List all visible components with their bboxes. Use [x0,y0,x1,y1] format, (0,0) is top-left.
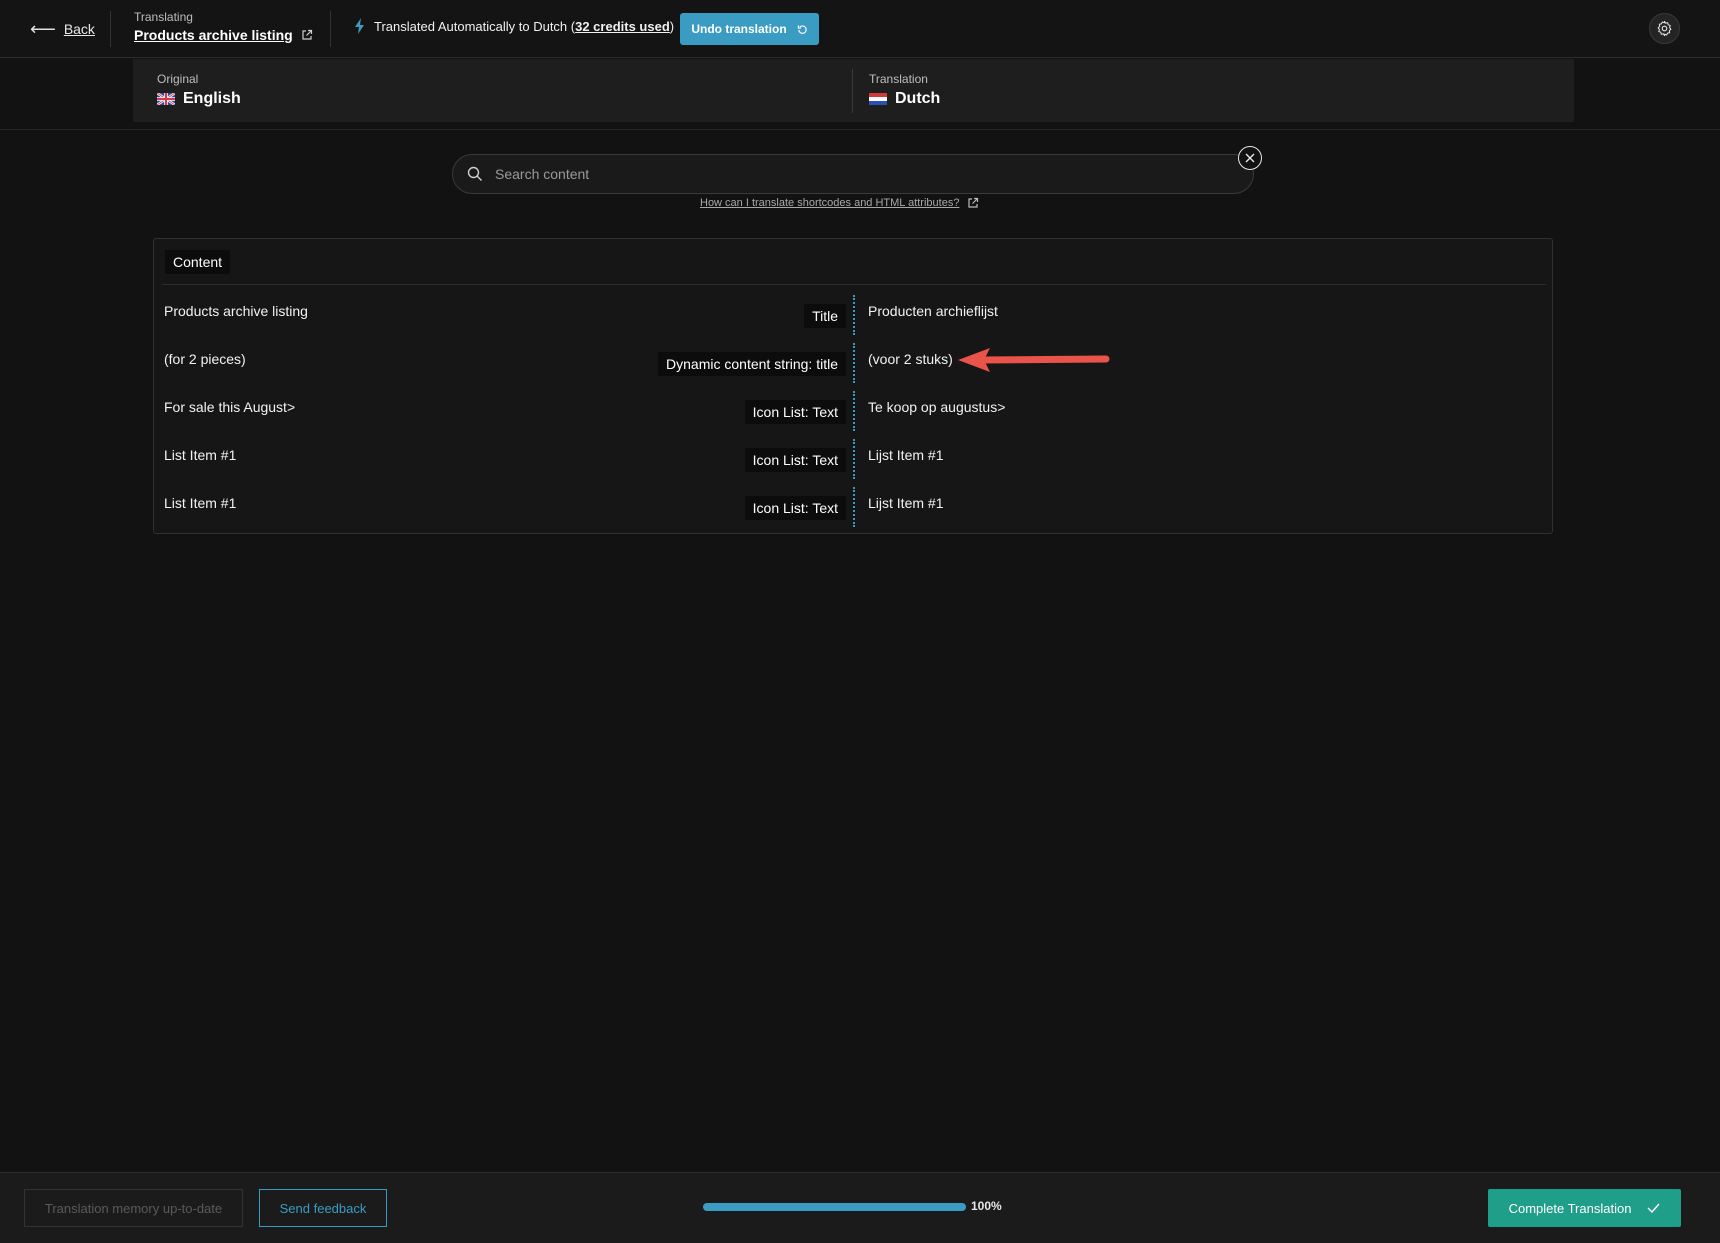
field-type-badge: Icon List: Text [744,496,846,520]
document-title: Products archive listing [134,27,293,43]
undo-translation-button[interactable]: Undo translation [680,13,819,45]
table-row: (for 2 pieces) Dynamic content string: t… [154,336,1554,384]
original-text: Products archive listing [164,303,308,319]
help-link[interactable]: How can I translate shortcodes and HTML … [700,197,979,209]
field-type-badge: Title [804,304,846,328]
row-divider [853,391,855,431]
auto-translation-status: Translated Automatically to Dutch (32 cr… [354,18,674,34]
table-row: For sale this August> Icon List: Text Te… [154,384,1554,432]
translation-language-name: Dutch [895,90,941,107]
translation-label: Translation [869,72,928,86]
back-label: Back [63,21,95,37]
content-panel: Content Products archive listing Title P… [153,238,1553,534]
external-link-icon [968,197,979,208]
close-circle-icon [1245,153,1255,163]
original-text: List Item #1 [164,495,237,511]
complete-translation-button[interactable]: Complete Translation [1488,1189,1681,1227]
row-divider [853,439,855,479]
annotation-arrow-icon [958,348,1110,372]
back-button[interactable]: ⟵ Back [30,18,95,40]
original-language-name: English [183,90,241,107]
original-text: For sale this August> [164,399,296,415]
uk-flag-icon [157,93,175,105]
undo-label: Undo translation [691,22,787,36]
translated-text[interactable]: Producten archieflijst [868,303,998,319]
row-divider [853,343,855,383]
table-row: List Item #1 Icon List: Text Lijst Item … [154,432,1554,480]
help-link-text: How can I translate shortcodes and HTML … [700,197,960,209]
translation-editor: ⟵ Back Translating Products archive list… [0,0,1720,1243]
language-divider [852,69,853,113]
divider [0,129,1720,130]
divider [162,284,1546,285]
translated-text[interactable]: Lijst Item #1 [868,447,943,463]
language-header: Original English Translation Dutch [133,59,1574,122]
progress-label: 100% [971,1199,1002,1213]
translated-text[interactable]: Lijst Item #1 [868,495,943,511]
credits-used[interactable]: 32 credits used [575,19,670,34]
translated-text[interactable]: (voor 2 stuks) [868,351,953,367]
row-divider [853,295,855,335]
divider [330,11,331,47]
arrow-left-icon: ⟵ [30,19,56,39]
gear-icon [1657,20,1672,37]
top-bar: ⟵ Back Translating Products archive list… [0,0,1720,58]
progress-bar [703,1203,966,1211]
clear-search-button[interactable] [1238,146,1262,170]
field-type-badge: Icon List: Text [744,400,846,424]
document-link[interactable]: Products archive listing [134,27,313,43]
table-row: List Item #1 Icon List: Text Lijst Item … [154,480,1554,528]
original-label: Original [157,72,199,86]
lightning-icon [355,18,364,34]
row-divider [853,487,855,527]
auto-status-text: Translated Automatically to Dutch (32 cr… [374,18,675,34]
translated-text[interactable]: Te koop op augustus> [868,399,1005,415]
divider [110,11,111,47]
table-row: Products archive listing Title Producten… [154,288,1554,336]
tab-content[interactable]: Content [165,250,231,274]
complete-label: Complete Translation [1508,1200,1632,1216]
progress-fill [703,1203,966,1211]
original-language: Original English [157,72,241,108]
undo-icon [797,24,807,34]
bottom-bar: Translation memory up-to-date Send feedb… [0,1172,1720,1243]
field-type-badge: Icon List: Text [744,448,846,472]
original-text: List Item #1 [164,447,237,463]
search-input[interactable] [495,166,1195,182]
translating-info: Translating Products archive listing [134,10,313,43]
search-icon [467,166,482,181]
translation-memory-button[interactable]: Translation memory up-to-date [24,1189,243,1227]
nl-flag-icon [869,93,887,105]
external-link-icon [302,29,312,40]
translating-label: Translating [134,10,193,24]
check-icon [1647,1203,1660,1213]
translation-language: Translation Dutch [869,72,940,108]
search-box [452,154,1254,194]
settings-button[interactable] [1649,13,1680,44]
original-text: (for 2 pieces) [164,351,246,367]
field-type-badge: Dynamic content string: title [658,352,846,376]
send-feedback-button[interactable]: Send feedback [259,1189,387,1227]
